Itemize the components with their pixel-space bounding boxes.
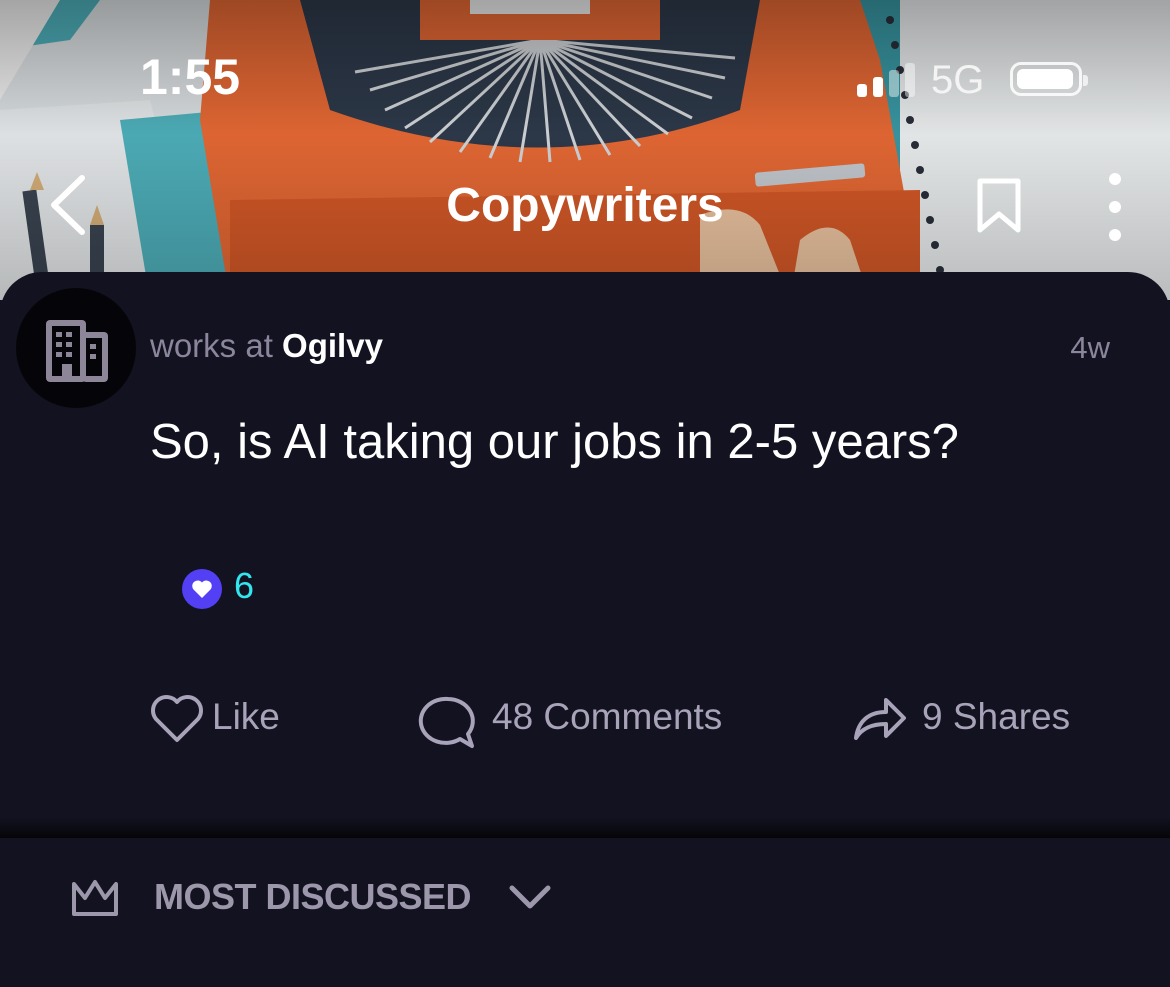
building-icon: [46, 320, 108, 382]
battery-icon: [1010, 62, 1088, 96]
avatar[interactable]: [16, 288, 136, 408]
reaction-count[interactable]: 6: [234, 565, 254, 607]
post-title[interactable]: So, is AI taking our jobs in 2-5 years?: [150, 414, 959, 470]
network-type: 5G: [931, 58, 985, 102]
bookmark-icon: [977, 178, 1021, 233]
banner-overlay: [0, 0, 1170, 300]
heart-icon: [192, 580, 212, 598]
comment-icon: [418, 696, 475, 748]
section-divider: [0, 818, 1170, 838]
signal-icon: [857, 63, 915, 97]
post-timestamp: 4w: [1070, 330, 1110, 365]
author-prefix: works at: [150, 327, 283, 364]
more-options-button[interactable]: [1095, 170, 1135, 244]
sort-label: MOST DISCUSSED: [154, 876, 472, 917]
company-name[interactable]: Ogilvy: [282, 327, 383, 364]
post-actions: Like 48 Comments 9 Shares: [0, 690, 1170, 750]
comments-label: 48 Comments: [492, 696, 723, 737]
heart-outline-icon: [151, 695, 203, 742]
heart-reaction-badge[interactable]: [182, 569, 222, 609]
status-time: 1:55: [140, 49, 241, 105]
header-banner: [0, 0, 1170, 300]
sort-dropdown[interactable]: MOST DISCUSSED: [70, 872, 570, 922]
author-line: works at Ogilvy: [150, 327, 383, 365]
like-label: Like: [212, 696, 280, 737]
share-icon: [854, 698, 906, 740]
shares-label: 9 Shares: [922, 696, 1071, 737]
chevron-down-icon: [509, 885, 551, 909]
bookmark-button[interactable]: [972, 176, 1026, 236]
more-vertical-icon: [1109, 173, 1121, 241]
crown-icon: [72, 880, 118, 916]
